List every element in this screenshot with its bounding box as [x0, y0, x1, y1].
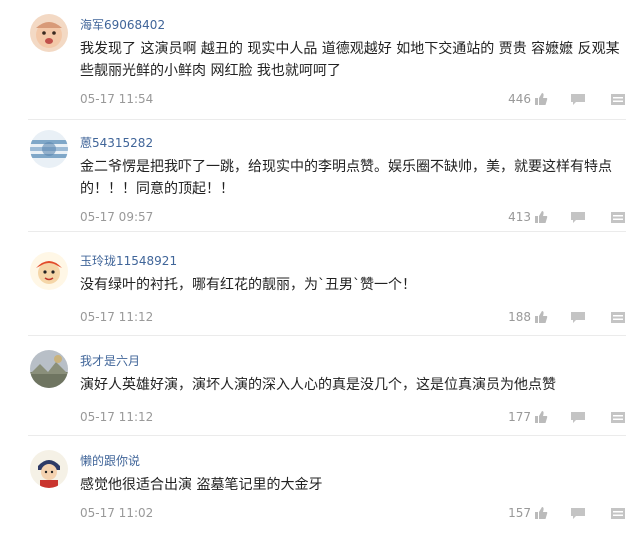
- baby-face-avatar-icon: [30, 14, 68, 52]
- like-button[interactable]: 177: [508, 410, 548, 424]
- user-avatar[interactable]: [30, 350, 68, 388]
- reply-icon[interactable]: [570, 411, 586, 424]
- comment-time: 05-17 09:57: [80, 210, 154, 224]
- like-count: 157: [508, 506, 531, 520]
- user-avatar[interactable]: [30, 14, 68, 52]
- comment-text: 我发现了 这演员啊 越丑的 现实中人品 道德观越好 如地下交通站的 贾贵 容嬷嬷…: [80, 41, 620, 79]
- more-options-icon[interactable]: [610, 311, 626, 324]
- landscape-avatar-icon: [30, 350, 68, 388]
- user-avatar[interactable]: [30, 252, 68, 290]
- comment-time: 05-17 11:54: [80, 92, 154, 106]
- like-button[interactable]: 157: [508, 506, 548, 520]
- like-count: 177: [508, 410, 531, 424]
- like-button[interactable]: 188: [508, 310, 548, 324]
- comment-text: 金二爷愣是把我吓了一跳，给现实中的李明点赞。娱乐圈不缺帅，美，就要这样有特点的！…: [80, 159, 612, 197]
- reply-icon[interactable]: [570, 93, 586, 106]
- more-options-icon[interactable]: [610, 211, 626, 224]
- user-avatar[interactable]: [30, 450, 68, 488]
- comment-time: 05-17 11:12: [80, 310, 154, 324]
- comment-item: 懒的跟你说 感觉他很适合出演 盗墓笔记里的大金牙 05-17 11:02 157: [0, 436, 640, 539]
- comment-text: 没有绿叶的衬托，哪有红花的靓丽，为`丑男`赞一个！: [80, 277, 416, 293]
- comment-username[interactable]: 玉玲珑11548921: [80, 252, 177, 269]
- comment-item: 蒽54315282 金二爷愣是把我吓了一跳，给现实中的李明点赞。娱乐圈不缺帅，美…: [0, 120, 640, 232]
- thumbs-up-icon: [535, 311, 548, 323]
- more-options-icon[interactable]: [610, 411, 626, 424]
- comment-item: 海军69068402 我发现了 这演员啊 越丑的 现实中人品 道德观越好 如地下…: [0, 0, 640, 120]
- reply-icon[interactable]: [570, 211, 586, 224]
- more-options-icon[interactable]: [610, 93, 626, 106]
- comment-item: 我才是六月 演好人英雄好演，演坏人演的深入人心的真是没几个，这是位真演员为他点赞…: [0, 336, 640, 436]
- thumbs-up-icon: [535, 507, 548, 519]
- comment-username[interactable]: 我才是六月: [80, 352, 140, 369]
- comment-time: 05-17 11:12: [80, 410, 154, 424]
- like-count: 446: [508, 92, 531, 106]
- comment-text: 演好人英雄好演，演坏人演的深入人心的真是没几个，这是位真演员为他点赞: [80, 377, 556, 393]
- comment-username[interactable]: 海军69068402: [80, 16, 165, 33]
- more-options-icon[interactable]: [610, 507, 626, 520]
- comment-time: 05-17 11:02: [80, 506, 154, 520]
- reply-icon[interactable]: [570, 311, 586, 324]
- cartoon-person-avatar-icon: [30, 450, 68, 488]
- blue-pattern-avatar-icon: [30, 130, 68, 168]
- like-count: 188: [508, 310, 531, 324]
- monkey-king-avatar-icon: [30, 252, 68, 290]
- comment-username[interactable]: 懒的跟你说: [80, 452, 140, 469]
- comment-username[interactable]: 蒽54315282: [80, 134, 153, 151]
- thumbs-up-icon: [535, 411, 548, 423]
- comment-item: 玉玲珑11548921 没有绿叶的衬托，哪有红花的靓丽，为`丑男`赞一个！ 05…: [0, 232, 640, 336]
- comment-text: 感觉他很适合出演 盗墓笔记里的大金牙: [80, 477, 323, 493]
- user-avatar[interactable]: [30, 130, 68, 168]
- like-button[interactable]: 413: [508, 210, 548, 224]
- thumbs-up-icon: [535, 93, 548, 105]
- like-button[interactable]: 446: [508, 92, 548, 106]
- reply-icon[interactable]: [570, 507, 586, 520]
- thumbs-up-icon: [535, 211, 548, 223]
- like-count: 413: [508, 210, 531, 224]
